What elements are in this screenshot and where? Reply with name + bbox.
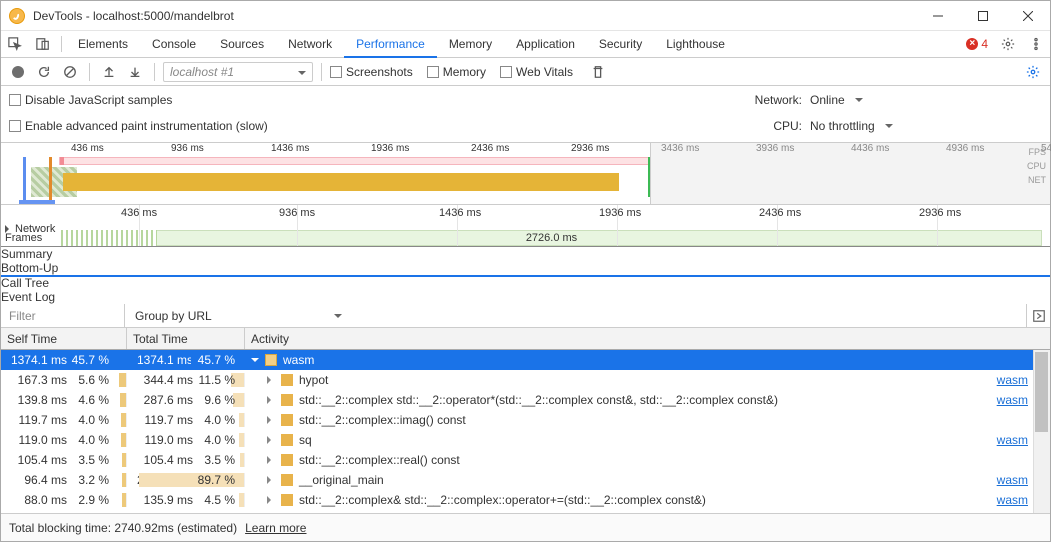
webvitals-checkbox[interactable]: Web Vitals <box>500 65 573 79</box>
expand-icon[interactable] <box>267 476 275 484</box>
paint-instrumentation-checkbox[interactable]: Enable advanced paint instrumentation (s… <box>9 119 268 133</box>
activity-name: wasm <box>283 353 314 367</box>
memory-checkbox[interactable]: Memory <box>427 65 486 79</box>
expand-icon[interactable] <box>267 396 275 404</box>
group-by-dropdown[interactable]: Group by URL <box>125 304 222 327</box>
save-profile-button[interactable] <box>124 61 146 83</box>
activity-name: std::__2::complex::imag() const <box>299 413 466 427</box>
cpu-throttling-dropdown[interactable]: No throttling <box>810 119 893 133</box>
window-title: DevTools - localhost:5000/mandelbrot <box>33 9 915 23</box>
table-row[interactable]: 88.0 ms2.9 %135.9 ms4.5 %std::__2::compl… <box>1 490 1050 510</box>
activity-name: std::__2::complex std::__2::operator*(st… <box>299 393 778 407</box>
maximize-button[interactable] <box>960 1 1005 31</box>
activity-name: std::__2::complex::real() const <box>299 453 460 467</box>
activity-name: __original_main <box>299 473 384 487</box>
expand-icon[interactable] <box>267 436 275 444</box>
table-row[interactable]: 139.8 ms4.6 %287.6 ms9.6 %std::__2::comp… <box>1 390 1050 410</box>
session-dropdown[interactable]: localhost #1 <box>163 62 313 82</box>
expand-icon[interactable] <box>251 358 259 366</box>
record-button[interactable] <box>7 61 29 83</box>
analysis-tab-summary[interactable]: Summary <box>1 247 1050 261</box>
tab-memory[interactable]: Memory <box>437 31 504 57</box>
tab-network[interactable]: Network <box>276 31 344 57</box>
blocking-time-text: Total blocking time: 2740.92ms (estimate… <box>9 521 237 535</box>
script-icon <box>281 474 293 486</box>
cpu-label: CPU: <box>742 119 802 133</box>
frames-lane-label: Frames <box>5 232 42 244</box>
load-profile-button[interactable] <box>98 61 120 83</box>
table-row[interactable]: 1374.1 ms45.7 %1374.1 ms45.7 %wasm <box>1 350 1050 370</box>
expand-icon[interactable] <box>267 456 275 464</box>
minimize-button[interactable] <box>915 1 960 31</box>
activity-name: std::__2::complex& std::__2::complex::op… <box>299 493 706 507</box>
filter-bar: Group by URL <box>1 304 1050 328</box>
device-toggle-icon[interactable] <box>29 31 57 57</box>
vertical-scrollbar[interactable] <box>1033 350 1050 513</box>
tab-lighthouse[interactable]: Lighthouse <box>654 31 737 57</box>
inspect-icon[interactable] <box>1 31 29 57</box>
performance-toolbar: localhost #1 Screenshots Memory Web Vita… <box>1 58 1050 86</box>
panel-tabs: ElementsConsoleSourcesNetworkPerformance… <box>1 31 1050 58</box>
analysis-tab-bottom-up[interactable]: Bottom-Up <box>1 261 1050 277</box>
script-icon <box>281 434 293 446</box>
analysis-tab-event-log[interactable]: Event Log <box>1 290 1050 304</box>
error-count-badge[interactable]: 4 <box>960 31 994 57</box>
script-icon <box>281 394 293 406</box>
network-label: Network: <box>742 93 802 107</box>
devtools-icon <box>9 8 25 24</box>
capture-settings-icon[interactable] <box>1022 61 1044 83</box>
expand-icon[interactable] <box>267 496 275 504</box>
more-menu-icon[interactable] <box>1022 31 1050 57</box>
chevron-down-icon <box>885 124 893 132</box>
clear-button[interactable] <box>59 61 81 83</box>
table-row[interactable]: 119.7 ms4.0 %119.7 ms4.0 %std::__2::comp… <box>1 410 1050 430</box>
activity-name: sq <box>299 433 312 447</box>
table-row[interactable]: 96.4 ms3.2 %2698.5 ms89.7 %__original_ma… <box>1 470 1050 490</box>
script-icon <box>265 354 277 366</box>
tab-console[interactable]: Console <box>140 31 208 57</box>
overview-timeline[interactable]: 436 ms936 ms1436 ms1936 ms2436 ms2936 ms… <box>1 143 1050 205</box>
script-icon <box>281 414 293 426</box>
reload-record-button[interactable] <box>33 61 55 83</box>
table-header: Self Time Total Time Activity <box>1 328 1050 350</box>
tab-sources[interactable]: Sources <box>208 31 276 57</box>
chevron-down-icon <box>855 98 863 106</box>
tab-security[interactable]: Security <box>587 31 654 57</box>
capture-settings-panel: Disable JavaScript samples Network: Onli… <box>1 86 1050 143</box>
window-titlebar: DevTools - localhost:5000/mandelbrot <box>1 1 1050 31</box>
close-button[interactable] <box>1005 1 1050 31</box>
learn-more-link[interactable]: Learn more <box>245 521 306 535</box>
error-icon <box>966 38 978 50</box>
script-icon <box>281 494 293 506</box>
table-row[interactable]: 81.5 ms2.7 %218.8 ms7.3 %std::__2::compl… <box>1 510 1050 513</box>
network-throttling-dropdown[interactable]: Online <box>810 93 863 107</box>
expand-icon[interactable] <box>267 376 275 384</box>
analysis-tab-call-tree[interactable]: Call Tree <box>1 276 1050 290</box>
tab-application[interactable]: Application <box>504 31 587 57</box>
col-total-time[interactable]: Total Time <box>127 328 245 349</box>
settings-gear-icon[interactable] <box>994 31 1022 57</box>
filter-input[interactable] <box>1 304 125 327</box>
expand-heaviest-stack-icon[interactable] <box>1026 304 1050 327</box>
tab-elements[interactable]: Elements <box>66 31 140 57</box>
disable-js-checkbox[interactable]: Disable JavaScript samples <box>9 93 172 107</box>
col-self-time[interactable]: Self Time <box>1 328 127 349</box>
table-row[interactable]: 167.3 ms5.6 %344.4 ms11.5 %hypotwasm <box>1 370 1050 390</box>
flame-chart-header[interactable]: 436 ms936 ms1436 ms1936 ms2436 ms2936 ms… <box>1 205 1050 247</box>
screenshots-checkbox[interactable]: Screenshots <box>330 65 413 79</box>
script-icon <box>281 454 293 466</box>
garbage-collect-icon[interactable] <box>587 61 609 83</box>
chevron-down-icon <box>334 314 342 322</box>
activity-name: hypot <box>299 373 328 387</box>
tab-performance[interactable]: Performance <box>344 31 437 58</box>
script-icon <box>281 374 293 386</box>
table-row[interactable]: 105.4 ms3.5 %105.4 ms3.5 %std::__2::comp… <box>1 450 1050 470</box>
bottom-up-table: 1374.1 ms45.7 %1374.1 ms45.7 %wasm167.3 … <box>1 350 1050 513</box>
table-row[interactable]: 119.0 ms4.0 %119.0 ms4.0 %sqwasm <box>1 430 1050 450</box>
frame-bar[interactable]: 2726.0 ms <box>61 230 1042 246</box>
status-bar: Total blocking time: 2740.92ms (estimate… <box>1 513 1050 541</box>
expand-icon[interactable] <box>267 416 275 424</box>
col-activity[interactable]: Activity <box>245 328 1050 349</box>
